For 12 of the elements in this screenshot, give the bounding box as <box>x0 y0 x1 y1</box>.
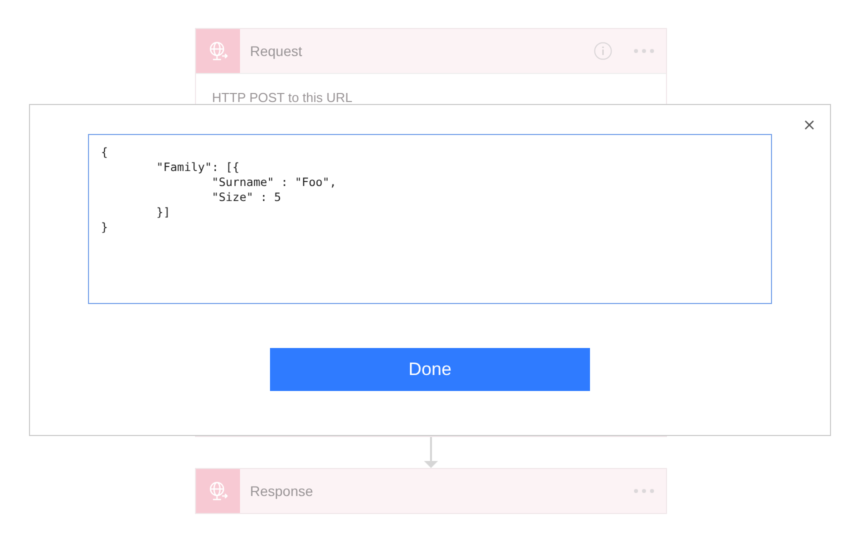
globe-icon <box>207 40 229 62</box>
card-title: Response <box>249 483 314 499</box>
card-description: HTTP POST to this URL <box>212 90 352 105</box>
trigger-card-header[interactable]: Request <box>196 29 666 73</box>
globe-icon <box>207 480 229 502</box>
done-button[interactable]: Done <box>270 348 590 391</box>
connector-arrow <box>423 437 439 468</box>
json-editor[interactable]: { "Family": [{ "Surname" : "Foo", "Size" : 5 }] } <box>88 134 772 304</box>
action-card-header[interactable]: Response <box>196 469 666 513</box>
card-title: Request <box>249 43 304 59</box>
close-button[interactable]: × <box>800 117 818 133</box>
info-icon[interactable] <box>594 42 612 60</box>
